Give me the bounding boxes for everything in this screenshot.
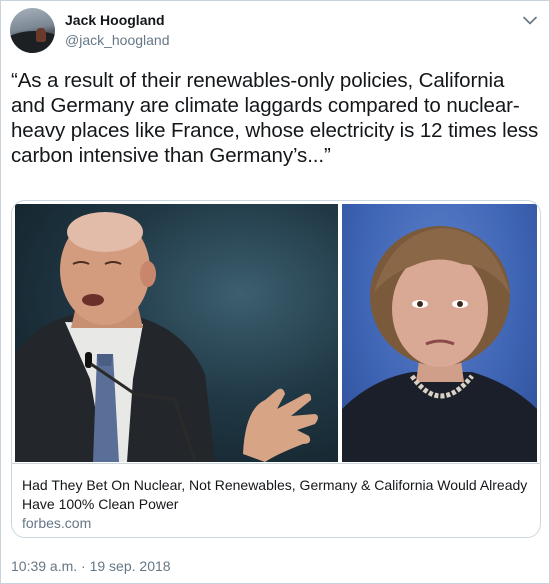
display-name[interactable]: Jack Hoogland <box>65 12 165 28</box>
card-body[interactable]: Had They Bet On Nuclear, Not Renewables,… <box>12 463 540 537</box>
card-title[interactable]: Had They Bet On Nuclear, Not Renewables,… <box>22 476 530 513</box>
user-handle[interactable]: @jack_hoogland <box>65 32 170 48</box>
card-domain[interactable]: forbes.com <box>22 514 530 532</box>
card-photo-right <box>342 204 537 462</box>
card-image[interactable] <box>12 201 540 463</box>
tweet-container: Jack Hoogland @jack_hoogland “As a resul… <box>0 0 550 584</box>
avatar-figure <box>36 28 46 42</box>
avatar[interactable] <box>10 8 55 53</box>
chevron-down-icon[interactable] <box>521 13 539 27</box>
avatar-hill <box>10 31 55 53</box>
card-photo-left <box>15 204 338 462</box>
link-card[interactable]: Had They Bet On Nuclear, Not Renewables,… <box>11 200 541 538</box>
tweet-timestamp[interactable]: 10:39 a.m. · 19 sep. 2018 <box>11 558 171 574</box>
tweet-text: “As a result of their renewables-only po… <box>11 69 539 167</box>
